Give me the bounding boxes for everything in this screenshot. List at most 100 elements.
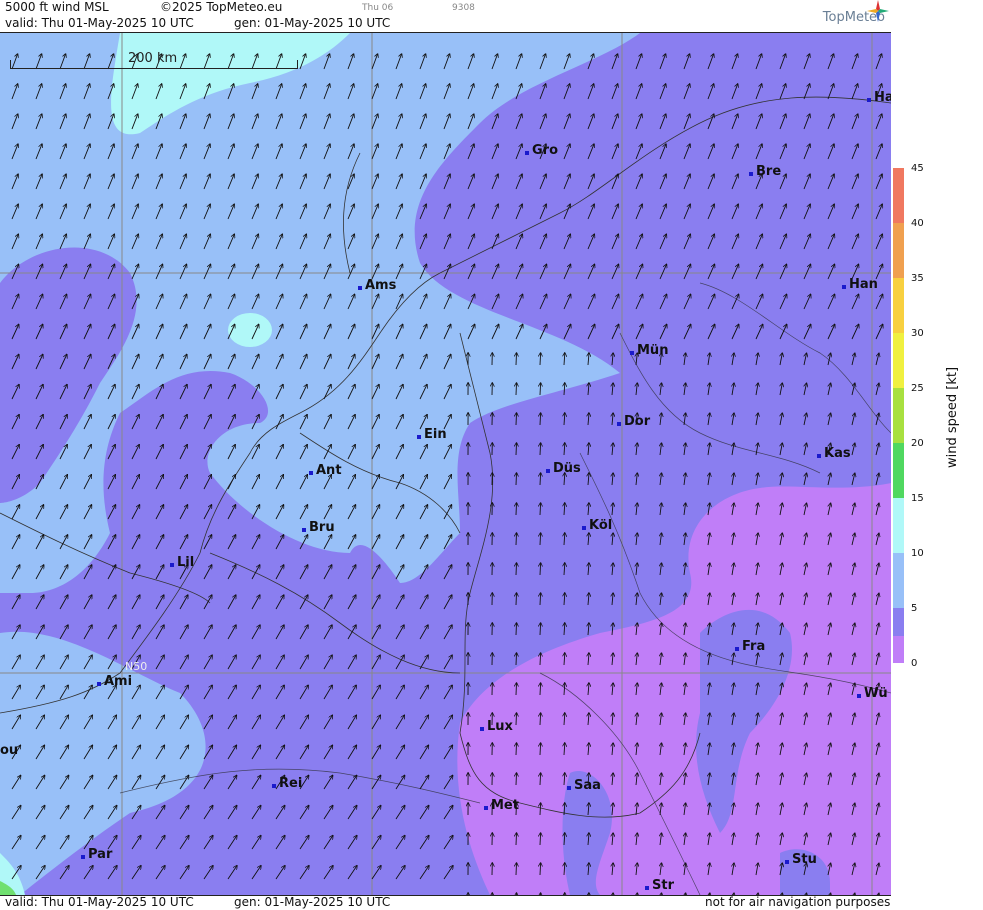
wind-arrow — [252, 745, 260, 759]
topmeteo-logo[interactable]: TopMeteo — [823, 10, 885, 25]
wind-arrow — [540, 413, 541, 425]
wind-arrow — [252, 535, 260, 549]
wind-arrow — [324, 625, 332, 639]
legend-tick: 5 — [911, 603, 917, 614]
city-label[interactable]: ou — [0, 743, 18, 758]
wind-arrow — [588, 593, 589, 605]
wind-arrow — [804, 174, 810, 189]
wind-arrow — [660, 84, 666, 99]
city-label[interactable]: Mün — [637, 343, 668, 358]
wind-arrow — [180, 685, 188, 699]
city-label[interactable]: Köl — [589, 518, 612, 533]
wind-arrow — [492, 114, 498, 129]
wind-arrow — [732, 114, 738, 129]
wind-arrow — [828, 114, 834, 129]
wind-arrow — [300, 565, 308, 579]
wind-arrow — [276, 806, 285, 819]
city-label[interactable]: Lil — [177, 555, 194, 570]
city-label[interactable]: Saa — [574, 778, 601, 793]
wind-arrow — [396, 776, 405, 790]
wind-arrow — [636, 54, 642, 69]
city-label[interactable]: Bru — [309, 520, 335, 535]
wind-arrow — [660, 413, 662, 425]
city-label[interactable]: Met — [491, 798, 519, 813]
wind-arrow — [204, 595, 212, 609]
wind-arrow — [876, 144, 882, 159]
city-label[interactable]: Rei — [279, 776, 302, 791]
city-label[interactable]: Lux — [487, 719, 513, 734]
wind-arrow — [108, 445, 115, 459]
wind-arrow — [516, 743, 517, 755]
wind-arrow — [564, 264, 571, 279]
city-label[interactable]: Dor — [624, 414, 650, 429]
wind-arrow — [156, 655, 164, 669]
wind-arrow — [612, 503, 613, 515]
wind-arrow — [300, 836, 309, 849]
city-label[interactable]: Str — [652, 878, 674, 893]
wind-arrow — [828, 84, 834, 99]
city-label[interactable]: Bre — [756, 164, 781, 179]
legend-tick: 45 — [911, 163, 924, 174]
wind-arrow — [420, 776, 429, 790]
city-label[interactable]: Han — [849, 277, 878, 292]
wind-arrow — [804, 234, 810, 249]
wind-arrow — [204, 866, 213, 879]
wind-arrow — [588, 383, 589, 395]
city-label[interactable]: Ein — [424, 427, 447, 442]
wind-arrow — [612, 443, 613, 455]
wind-arrow — [84, 866, 93, 879]
wind-arrow — [204, 625, 212, 639]
wind-arrow — [468, 234, 474, 249]
city-label[interactable]: Gro — [532, 143, 558, 158]
city-label[interactable]: Par — [88, 847, 112, 862]
city-label[interactable]: Fra — [742, 639, 765, 654]
wind-arrow — [660, 174, 666, 189]
wind-arrow — [612, 54, 618, 69]
wind-arrow — [804, 294, 811, 309]
wind-arrow — [396, 866, 405, 879]
wind-arrow — [444, 866, 453, 879]
wind-arrow — [60, 866, 69, 879]
wind-arrow — [780, 84, 786, 99]
wind-arrow — [420, 806, 429, 819]
city-label[interactable]: Kas — [824, 446, 851, 461]
wind-arrow — [252, 776, 261, 790]
wind-arrow — [516, 773, 517, 785]
wind-arrow — [540, 174, 546, 189]
city-label[interactable]: Stu — [792, 852, 817, 867]
wind-arrow — [228, 776, 237, 790]
wind-arrow — [540, 833, 541, 845]
city-label[interactable]: Ant — [316, 463, 342, 478]
city-label[interactable]: Wü — [864, 686, 888, 701]
wind-arrow — [756, 413, 758, 425]
wind-map[interactable]: 200 km N50 Gro Ha Bre Ams Han Mün Dor Ei… — [0, 33, 891, 895]
wind-arrow — [732, 353, 734, 365]
wind-arrow — [564, 413, 565, 425]
city-label[interactable]: Düs — [553, 461, 581, 476]
city-label[interactable]: Ami — [104, 674, 132, 689]
wind-arrow — [684, 413, 686, 425]
city-label[interactable]: Ams — [365, 278, 396, 293]
wind-arrow — [156, 445, 163, 459]
wind-arrow — [732, 264, 739, 279]
city-label[interactable]: Ha — [874, 90, 891, 105]
wind-arrow — [876, 473, 879, 485]
wind-arrow — [756, 114, 762, 129]
wind-arrow — [444, 776, 453, 790]
wind-arrow — [60, 625, 68, 639]
wind-arrow — [780, 473, 782, 485]
wind-arrow — [564, 623, 565, 635]
wind-arrow — [540, 234, 546, 249]
wind-arrow — [732, 84, 738, 99]
wind-arrow — [180, 836, 189, 849]
wind-arrow — [612, 593, 613, 605]
wind-arrow — [756, 234, 762, 249]
wind-arrow — [252, 836, 261, 849]
wind-arrow — [396, 595, 404, 609]
wind-arrow — [684, 84, 690, 99]
wind-arrow — [180, 625, 188, 639]
wind-arrow — [540, 743, 541, 755]
wind-arrow — [300, 806, 309, 819]
wind-arrow — [420, 745, 428, 759]
wind-arrow — [708, 325, 715, 340]
